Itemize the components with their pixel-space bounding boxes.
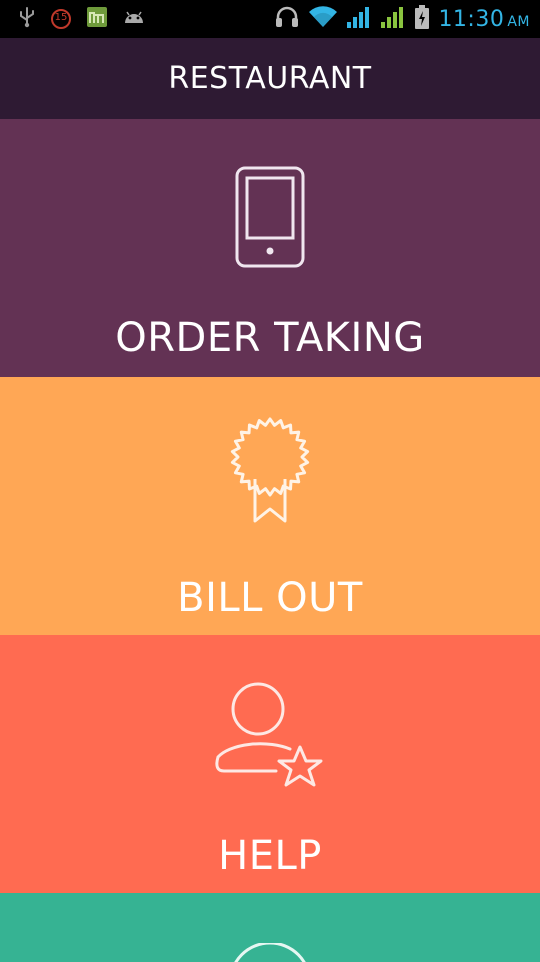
bill-out-label: BILL OUT [177,575,363,621]
award-ribbon-icon [228,417,312,531]
battery-icon [414,4,430,34]
headset-icon [274,4,300,34]
badge-icon: 15 [50,8,72,30]
help-tile[interactable]: HELP [0,635,540,893]
badge-count: 15 [54,12,68,23]
signal-icon [346,5,372,33]
circle-icon [225,941,315,962]
more-tile[interactable] [0,893,540,962]
help-label: HELP [218,833,322,879]
usb-icon [18,6,36,32]
notification-icons: 15 [0,6,146,32]
bill-out-tile[interactable]: BILL OUT [0,377,540,635]
system-icons: 11:30 AM [274,0,530,38]
clock-ampm: AM [507,13,530,30]
android-icon [122,7,146,31]
clock-time: 11:30 [438,6,505,32]
user-star-icon [210,679,330,799]
order-taking-tile[interactable]: ORDER TAKING [0,119,540,377]
wifi-icon [308,5,338,33]
order-taking-label: ORDER TAKING [115,315,425,361]
tablet-icon [234,165,306,273]
app-bar: RESTAURANT [0,38,540,119]
app-m-icon [86,6,108,32]
clock: 11:30 AM [438,7,530,32]
signal-2-icon [380,5,406,33]
status-bar: 15 11:30 AM [0,0,540,38]
app-title: RESTAURANT [168,61,372,96]
